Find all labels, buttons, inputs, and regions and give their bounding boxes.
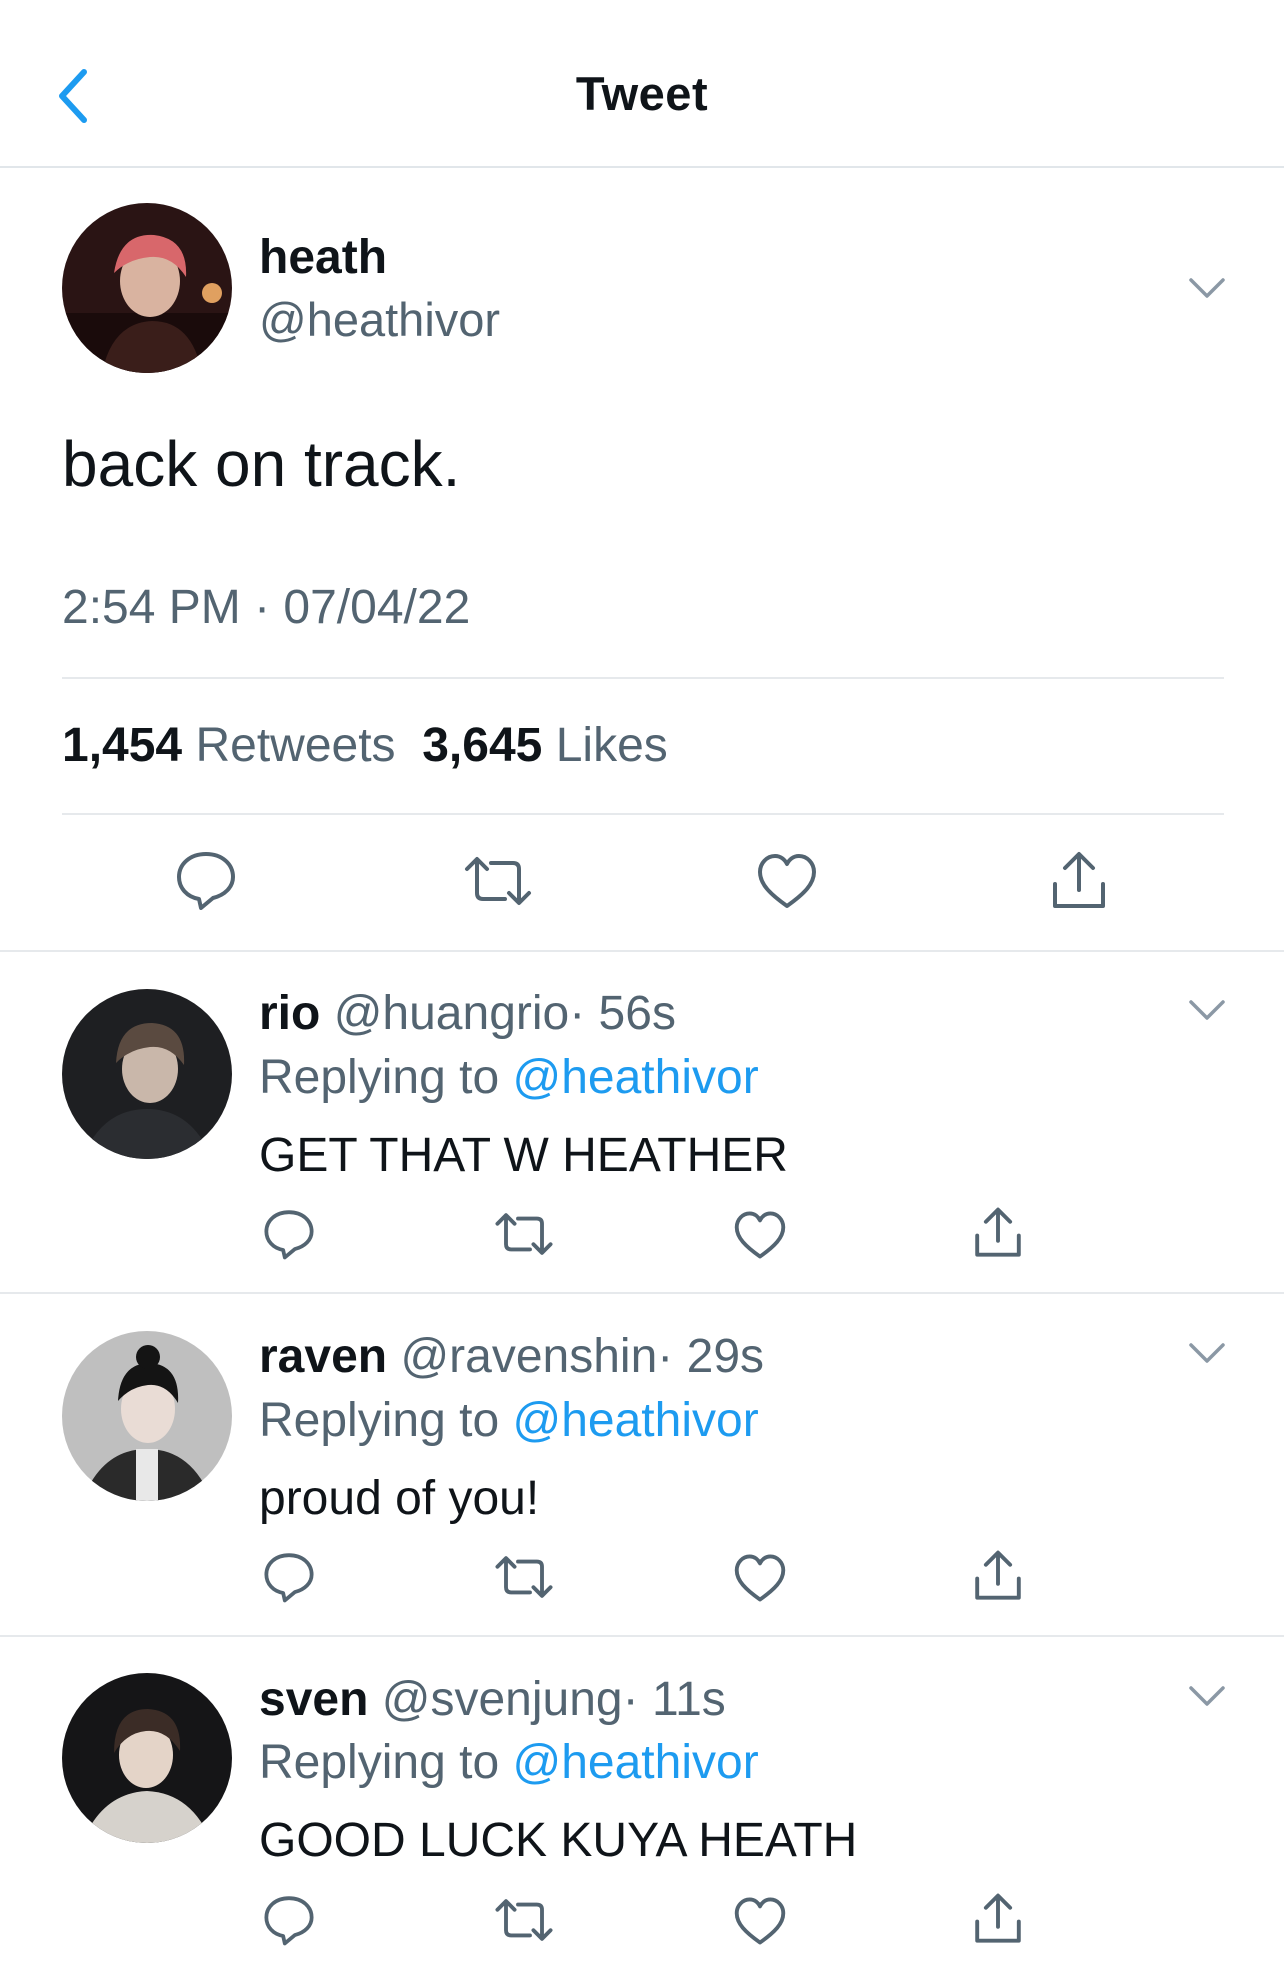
reply-text: proud of you! xyxy=(259,1472,540,1525)
divider xyxy=(62,813,1224,815)
retweets-label[interactable]: Retweets xyxy=(195,719,395,772)
reply-author-handle[interactable]: @svenjung xyxy=(382,1673,623,1726)
chevron-down-icon[interactable] xyxy=(1187,1684,1227,1708)
reply-author-handle[interactable]: @ravenshin xyxy=(400,1330,657,1383)
avatar[interactable] xyxy=(62,203,232,373)
page-title: Tweet xyxy=(575,67,709,120)
retweet-icon[interactable] xyxy=(494,1896,554,1944)
likes-count[interactable]: 3,645 xyxy=(422,719,542,772)
reply-icon[interactable] xyxy=(175,850,237,910)
chevron-down-icon[interactable] xyxy=(1187,1341,1227,1365)
replying-to-handle[interactable]: @heathivor xyxy=(512,1736,758,1789)
share-icon[interactable] xyxy=(972,1892,1024,1946)
author-handle[interactable]: @heathivor xyxy=(259,292,500,347)
reply-time: · 11s xyxy=(622,1673,726,1726)
like-icon[interactable] xyxy=(733,1896,787,1946)
reply-icon[interactable] xyxy=(263,1551,315,1603)
replying-to-prefix: Replying to xyxy=(259,1736,500,1789)
avatar[interactable] xyxy=(62,1673,232,1843)
retweet-icon[interactable] xyxy=(494,1553,554,1601)
divider xyxy=(0,1635,1284,1637)
reply-author-name[interactable]: rio xyxy=(259,987,320,1040)
tweet-timestamp[interactable]: 2:54 PM · 07/04/22 xyxy=(62,580,470,635)
replying-to: Replying to @heathivor xyxy=(259,1050,759,1105)
replying-to: Replying to @heathivor xyxy=(259,1735,759,1790)
replying-to-prefix: Replying to xyxy=(259,1394,500,1447)
share-icon[interactable] xyxy=(972,1549,1024,1603)
chevron-down-icon[interactable] xyxy=(1187,276,1227,300)
retweet-icon[interactable] xyxy=(494,1210,554,1258)
divider xyxy=(62,677,1224,679)
reply-author-name[interactable]: sven xyxy=(259,1673,368,1726)
tweet-stats: 1,454 Retweets 3,645 Likes xyxy=(62,718,668,773)
reply-icon[interactable] xyxy=(263,1208,315,1260)
replying-to-prefix: Replying to xyxy=(259,1051,500,1104)
reply-header: rio @huangrio· 56s xyxy=(259,986,676,1041)
avatar[interactable] xyxy=(62,1331,232,1501)
reply-author-handle[interactable]: @huangrio xyxy=(334,987,570,1040)
divider xyxy=(0,950,1284,952)
reply-time: · 29s xyxy=(657,1330,765,1383)
replying-to-handle[interactable]: @heathivor xyxy=(512,1051,758,1104)
replying-to-handle[interactable]: @heathivor xyxy=(512,1394,758,1447)
replying-to: Replying to @heathivor xyxy=(259,1393,759,1448)
retweet-icon[interactable] xyxy=(463,853,533,909)
author-name[interactable]: heath xyxy=(259,230,387,285)
reply-time: · 56s xyxy=(569,987,676,1040)
like-icon[interactable] xyxy=(756,852,818,910)
reply-text: GET THAT W HEATHER xyxy=(259,1129,788,1182)
reply-icon[interactable] xyxy=(263,1894,315,1946)
retweets-count[interactable]: 1,454 xyxy=(62,719,182,772)
reply-text: GOOD LUCK KUYA HEATH xyxy=(259,1814,858,1867)
chevron-down-icon[interactable] xyxy=(1187,998,1227,1022)
tweet-text: back on track. xyxy=(62,428,461,500)
reply-author-name[interactable]: raven xyxy=(259,1330,387,1383)
likes-label[interactable]: Likes xyxy=(556,719,668,772)
share-icon[interactable] xyxy=(1049,850,1109,912)
like-icon[interactable] xyxy=(733,1210,787,1260)
reply-header: sven @svenjung· 11s xyxy=(259,1672,726,1727)
share-icon[interactable] xyxy=(972,1206,1024,1260)
reply-header: raven @ravenshin· 29s xyxy=(259,1329,764,1384)
avatar[interactable] xyxy=(62,989,232,1159)
like-icon[interactable] xyxy=(733,1553,787,1603)
divider xyxy=(0,1292,1284,1294)
